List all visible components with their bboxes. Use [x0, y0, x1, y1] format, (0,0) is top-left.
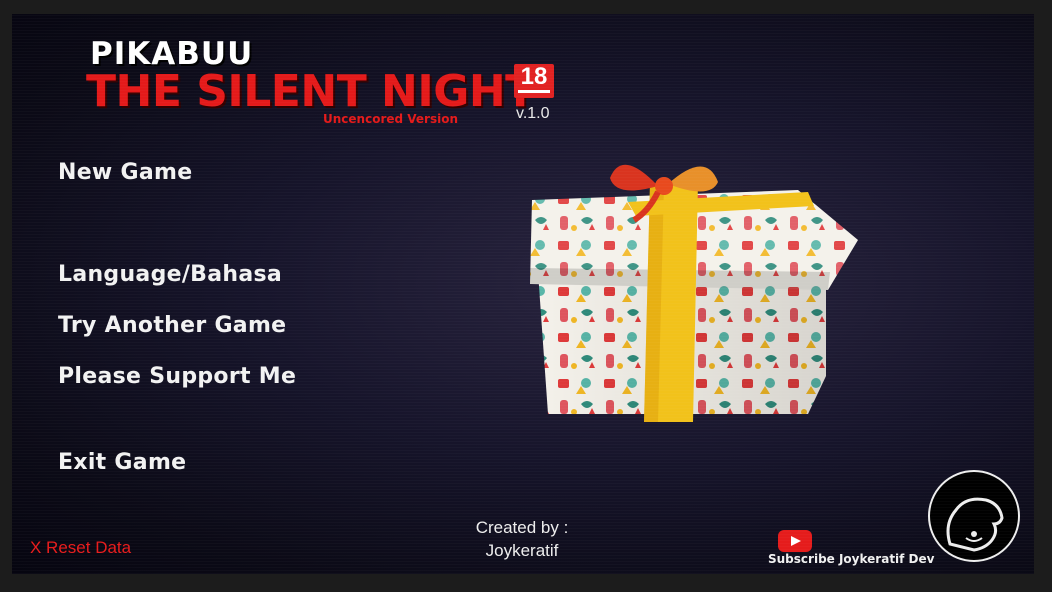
- play-icon: [791, 536, 801, 546]
- gift-box-illustration: [530, 164, 858, 422]
- menu-support[interactable]: Please Support Me: [58, 364, 296, 389]
- reset-data-button[interactable]: X Reset Data: [30, 538, 131, 558]
- menu-exit-game[interactable]: Exit Game: [58, 450, 186, 475]
- credits-line-1: Created by :: [475, 518, 569, 537]
- credits: Created by : Joykeratif: [432, 516, 612, 562]
- credits-line-2: Joykeratif: [485, 541, 559, 560]
- youtube-icon[interactable]: [778, 530, 812, 552]
- game-screen: PIKABUU THE SILENT NIGHT Uncencored Vers…: [12, 14, 1034, 574]
- version-label: v.1.0: [516, 105, 550, 122]
- age-rating-badge: 18: [514, 64, 554, 98]
- avatar-silhouette-icon: [946, 497, 1004, 552]
- menu-new-game[interactable]: New Game: [58, 160, 192, 185]
- age-rating-bar: [518, 90, 550, 93]
- game-title-main: THE SILENT NIGHT: [86, 66, 535, 117]
- developer-avatar[interactable]: [928, 470, 1020, 562]
- subscribe-label[interactable]: Subscribe Joykeratif Dev: [768, 552, 934, 566]
- age-rating-number: 18: [520, 63, 548, 90]
- game-subtitle: Uncencored Version: [323, 112, 458, 126]
- menu-try-another-game[interactable]: Try Another Game: [58, 313, 286, 338]
- menu-language[interactable]: Language/Bahasa: [58, 262, 282, 287]
